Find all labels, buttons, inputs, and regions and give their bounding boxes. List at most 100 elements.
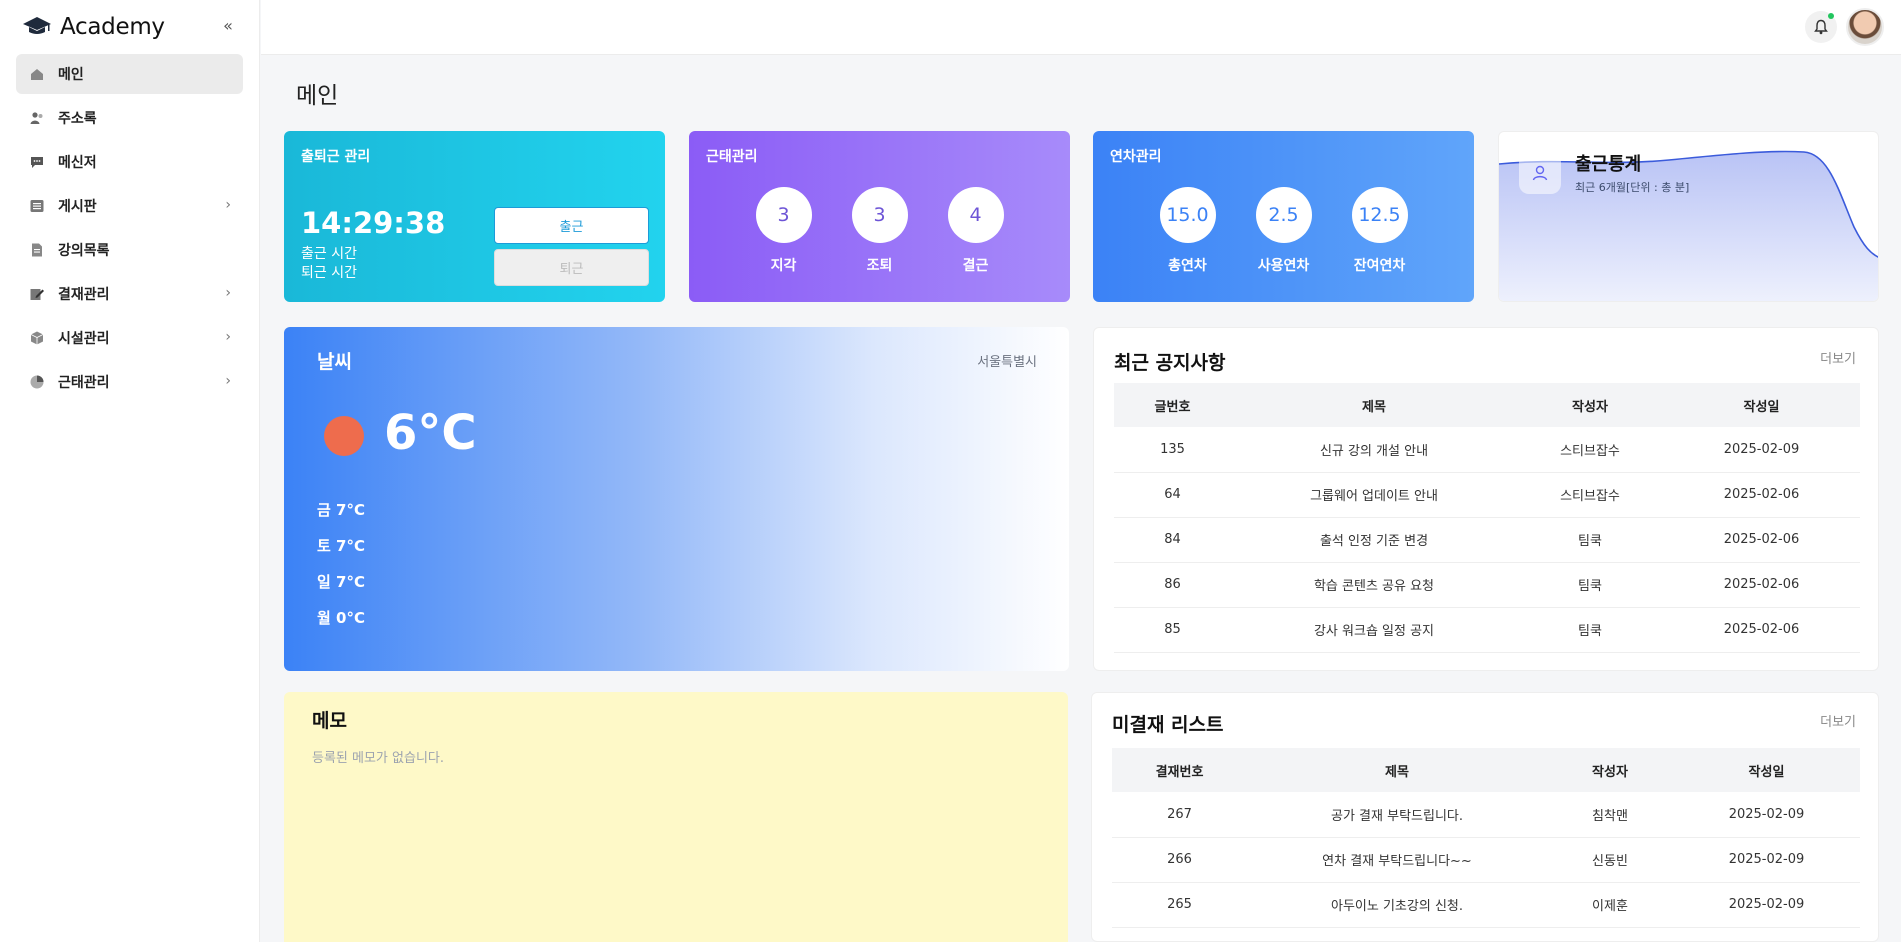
table-row[interactable]: 266 연차 결재 부탁드립니다~~ 신동빈 2025-02-09	[1112, 837, 1860, 883]
sidebar-item-label: 강의목록	[58, 243, 110, 259]
sidebar: Academy « 메인 주소록 메신저 게시판 › 강의목록 결재관리 › 시설관리 › 근태관리…	[0, 0, 260, 942]
user-avatar[interactable]	[1846, 8, 1884, 46]
notices-more-link[interactable]: 더보기	[1820, 348, 1856, 367]
column-header: 글번호	[1114, 383, 1231, 427]
work-status-title: 근태관리	[706, 149, 758, 165]
cube-icon	[28, 329, 46, 347]
notices-title: 최근 공지사항	[1114, 352, 1226, 374]
column-header: 결재번호	[1112, 748, 1247, 792]
sidebar-item[interactable]: 메인	[16, 54, 243, 94]
sidebar-item-label: 시설관리	[58, 331, 110, 347]
check-out-button[interactable]: 퇴근	[494, 249, 649, 286]
table-cell: 2025-02-09	[1673, 882, 1860, 928]
sidebar-item[interactable]: 주소록	[16, 98, 243, 138]
table-cell: 2025-02-06	[1663, 607, 1860, 653]
notification-bell-icon[interactable]	[1805, 11, 1837, 43]
sidebar-item[interactable]: 메신저	[16, 142, 243, 182]
topbar	[261, 0, 1901, 55]
column-header: 작성일	[1663, 383, 1860, 427]
user-stats-icon	[1519, 152, 1561, 194]
table-cell: 2025-02-06	[1663, 472, 1860, 518]
check-in-time-label: 출근 시간	[301, 246, 357, 262]
stat-value: 3	[851, 187, 908, 243]
table-row[interactable]: 64 그룹웨어 업데이트 안내 스티브잡수 2025-02-06	[1114, 472, 1860, 518]
table-row[interactable]: 135 신규 강의 개설 안내 스티브잡수 2025-02-09	[1114, 427, 1860, 473]
attendance-stats-card[interactable]: 출근통계 최근 6개월[단위 : 총 분]	[1498, 131, 1879, 302]
sidebar-nav: 메인 주소록 메신저 게시판 › 강의목록 결재관리 › 시설관리 › 근태관리 ›	[0, 54, 259, 402]
work-status-card[interactable]: 근태관리 3 지각 3 조퇴 4 결근	[689, 131, 1070, 302]
document-icon	[28, 241, 46, 259]
table-cell: 출석 인정 기준 변경	[1231, 517, 1517, 563]
leave-status-title: 연차관리	[1110, 149, 1162, 165]
stat-value: 2.5	[1255, 187, 1312, 243]
check-in-button[interactable]: 출근	[494, 207, 649, 244]
leave-status-card[interactable]: 연차관리 15.0 총연차 2.5 사용연차 12.5 잔여연차	[1093, 131, 1474, 302]
table-cell: 86	[1114, 562, 1231, 608]
stat-label: 조퇴	[866, 258, 893, 274]
table-cell: 침착맨	[1547, 792, 1673, 838]
pie-chart-icon	[28, 373, 46, 391]
column-header: 작성자	[1547, 748, 1673, 792]
table-cell: 64	[1114, 472, 1231, 518]
weather-card: 날씨 서울특별시 6°C 금 7°C 토 7°C 일 7°C 월 0°C	[284, 327, 1069, 671]
sidebar-item[interactable]: 게시판 ›	[16, 186, 243, 226]
attendance-stats-title: 출근통계	[1575, 154, 1642, 175]
sidebar-item-label: 주소록	[58, 111, 97, 127]
table-cell: 강사 워크숍 일정 공지	[1231, 607, 1517, 653]
home-icon	[28, 65, 46, 83]
table-cell: 267	[1112, 792, 1247, 838]
approvals-more-link[interactable]: 더보기	[1820, 711, 1856, 730]
stat-value: 4	[947, 187, 1004, 243]
total-leave-stat: 15.0 총연차	[1159, 187, 1216, 275]
stat-label: 결근	[962, 258, 989, 274]
table-cell: 85	[1114, 607, 1231, 653]
stat-value: 15.0	[1159, 187, 1216, 243]
table-row[interactable]: 85 강사 워크숍 일정 공지 팀쿡 2025-02-06	[1114, 607, 1860, 653]
sidebar-item[interactable]: 강의목록	[16, 230, 243, 270]
sidebar-item[interactable]: 시설관리 ›	[16, 318, 243, 358]
table-cell: 2025-02-06	[1663, 562, 1860, 608]
app-name: Academy	[60, 14, 165, 40]
memo-title: 메모	[312, 710, 347, 732]
approvals-table: 결재번호 제목 작성자 작성일 267 공가 결재 부탁드립니다. 침착맨 2025-02-…	[1112, 748, 1860, 928]
column-header: 작성일	[1673, 748, 1860, 792]
table-row[interactable]: 267 공가 결재 부탁드립니다. 침착맨 2025-02-09	[1112, 792, 1860, 838]
attendance-card: 출퇴근 관리 14:29:38 출근 시간 퇴근 시간 출근 퇴근	[284, 131, 665, 302]
table-cell: 팀쿡	[1517, 562, 1663, 608]
table-cell: 연차 결재 부탁드립니다~~	[1247, 837, 1547, 883]
absence-stat: 4 결근	[947, 187, 1004, 275]
weather-title: 날씨	[317, 351, 352, 373]
collapse-sidebar-icon[interactable]: «	[218, 16, 238, 36]
chevron-right-icon: ›	[225, 285, 231, 301]
stat-label: 잔여연차	[1353, 258, 1406, 274]
sun-icon	[324, 416, 364, 456]
chat-icon	[28, 153, 46, 171]
approvals-title: 미결재 리스트	[1112, 714, 1224, 736]
table-cell: 팀쿡	[1517, 607, 1663, 653]
stat-label: 지각	[770, 258, 797, 274]
table-row[interactable]: 265 아두이노 기초강의 신청. 이제훈 2025-02-09	[1112, 882, 1860, 928]
forecast-day: 금 7°C	[317, 501, 365, 519]
chevron-right-icon: ›	[225, 373, 231, 389]
sidebar-item[interactable]: 결재관리 ›	[16, 274, 243, 314]
forecast-day: 일 7°C	[317, 573, 365, 591]
sidebar-item[interactable]: 근태관리 ›	[16, 362, 243, 402]
attendance-title: 출퇴근 관리	[301, 149, 371, 165]
table-row[interactable]: 84 출석 인정 기준 변경 팀쿡 2025-02-06	[1114, 517, 1860, 563]
approvals-panel: 미결재 리스트 더보기 결재번호 제목 작성자 작성일 267 공가 결재 부탁드립니다…	[1091, 692, 1879, 942]
table-row[interactable]: 86 학습 콘텐츠 공유 요청 팀쿡 2025-02-06	[1114, 562, 1860, 608]
weather-location: 서울특별시	[977, 355, 1037, 370]
table-cell: 스티브잡수	[1517, 472, 1663, 518]
memo-empty-text: 등록된 메모가 없습니다.	[312, 751, 444, 766]
current-time: 14:29:38	[301, 206, 446, 240]
table-cell: 2025-02-09	[1663, 427, 1860, 473]
current-temperature: 6°C	[384, 405, 477, 461]
stat-label: 사용연차	[1257, 258, 1310, 274]
remaining-leave-stat: 12.5 잔여연차	[1351, 187, 1408, 275]
chevron-right-icon: ›	[225, 197, 231, 213]
column-header: 작성자	[1517, 383, 1663, 427]
notification-dot	[1828, 13, 1834, 19]
edit-icon	[28, 285, 46, 303]
notices-panel: 최근 공지사항 더보기 글번호 제목 작성자 작성일 135 신규 강의 개설 안내 스티…	[1093, 327, 1879, 671]
memo-card[interactable]: 메모 등록된 메모가 없습니다.	[284, 692, 1068, 942]
